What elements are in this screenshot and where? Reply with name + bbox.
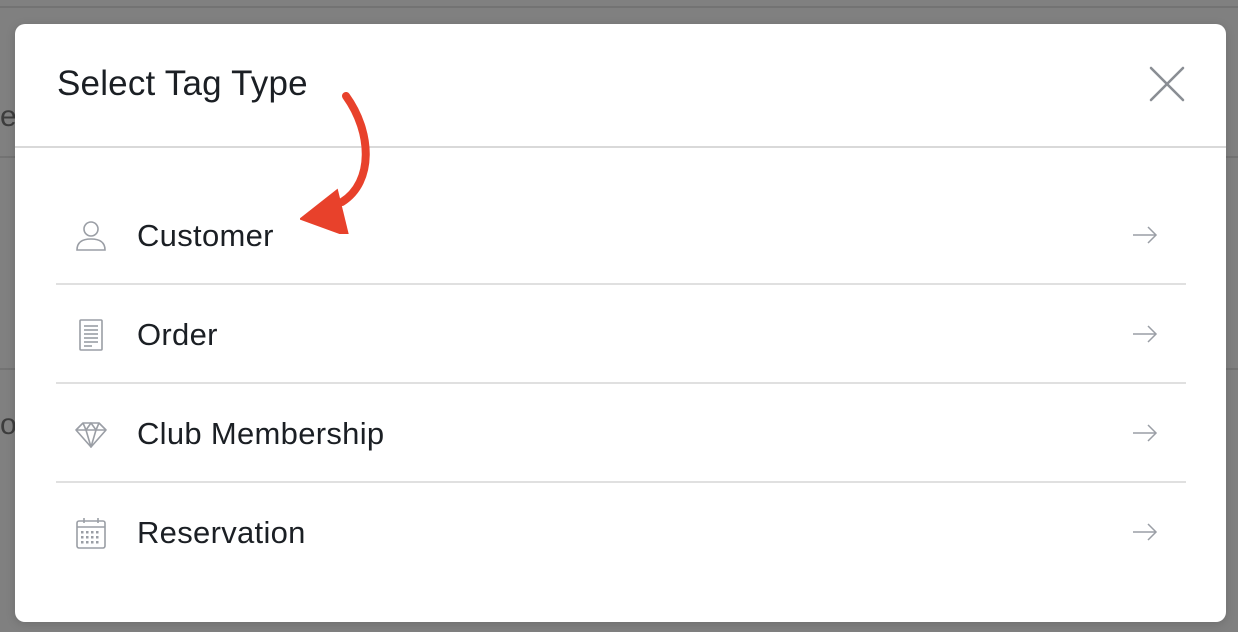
arrow-right-icon (1132, 423, 1158, 443)
background-divider (0, 6, 1238, 8)
calendar-icon (74, 516, 108, 550)
tag-type-label: Club Membership (137, 416, 385, 451)
arrow-right-icon (1132, 324, 1158, 344)
diamond-icon (74, 417, 108, 451)
select-tag-type-modal: Select Tag Type Customer Order Club Memb… (15, 24, 1226, 622)
modal-title: Select Tag Type (57, 64, 308, 103)
tag-type-label: Customer (137, 218, 274, 253)
modal-header: Select Tag Type (15, 24, 1226, 148)
document-icon (74, 318, 108, 352)
tag-type-label: Order (137, 317, 218, 352)
tag-type-order[interactable]: Order (56, 285, 1186, 384)
close-icon (1149, 66, 1185, 102)
tag-type-reservation[interactable]: Reservation (56, 483, 1186, 582)
tag-type-label: Reservation (137, 515, 306, 550)
tag-type-list: Customer Order Club Membership Reservati… (56, 186, 1186, 582)
close-button[interactable] (1145, 62, 1189, 106)
person-icon (74, 219, 108, 253)
tag-type-customer[interactable]: Customer (56, 186, 1186, 285)
tag-type-club-membership[interactable]: Club Membership (56, 384, 1186, 483)
arrow-right-icon (1132, 225, 1158, 245)
arrow-right-icon (1132, 522, 1158, 542)
